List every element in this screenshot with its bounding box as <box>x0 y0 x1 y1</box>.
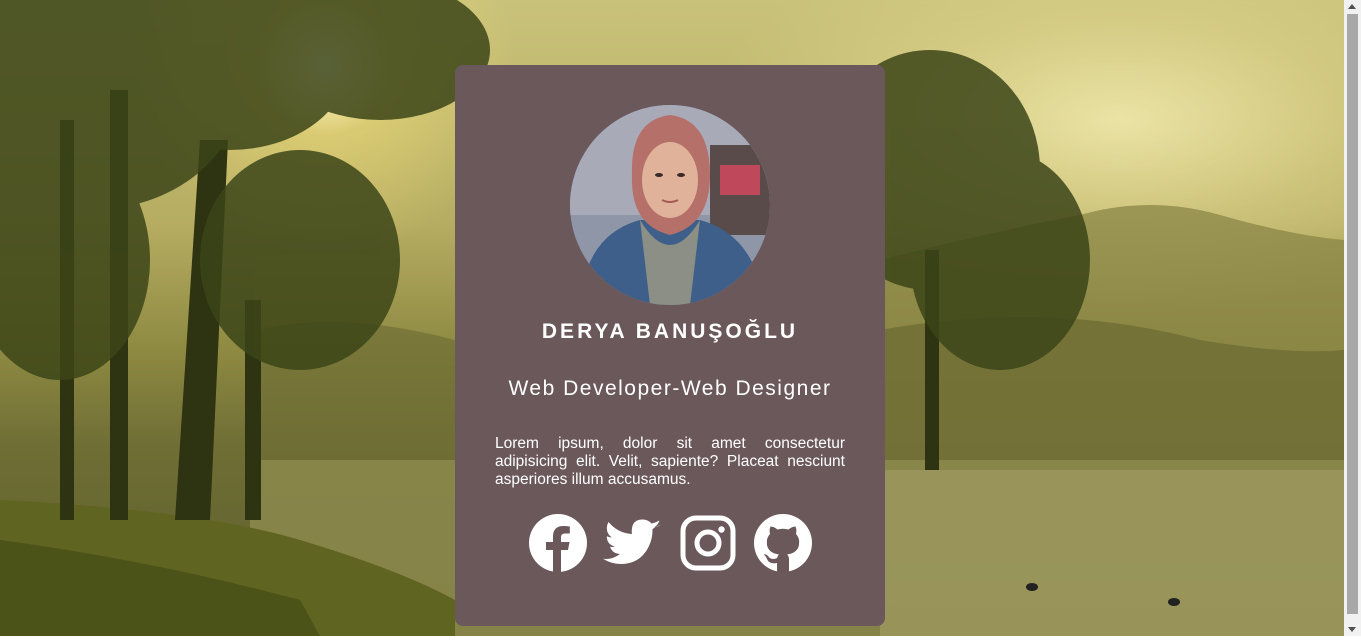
facebook-icon <box>528 514 587 572</box>
twitter-icon <box>602 519 661 564</box>
instagram-icon <box>680 515 735 571</box>
instagram-link[interactable] <box>678 513 738 573</box>
profile-card: DERYA BANUŞOĞLU Web Developer-Web Design… <box>455 65 885 626</box>
vertical-scrollbar[interactable] <box>1344 0 1361 636</box>
scroll-down-arrow-icon[interactable] <box>1348 627 1356 632</box>
facebook-link[interactable] <box>528 513 588 573</box>
profile-bio: Lorem ipsum, dolor sit amet consectetur … <box>495 435 845 488</box>
profile-name: DERYA BANUŞOĞLU <box>541 320 799 343</box>
profile-photo <box>570 105 770 305</box>
github-link[interactable] <box>753 513 813 573</box>
scroll-up-arrow-icon[interactable] <box>1348 4 1356 9</box>
social-links <box>455 513 885 573</box>
profile-avatar <box>570 105 770 305</box>
scrollbar-thumb[interactable] <box>1347 14 1358 614</box>
profile-role: Web Developer-Web Designer <box>508 377 832 400</box>
github-icon <box>753 514 812 572</box>
twitter-link[interactable] <box>602 513 663 573</box>
